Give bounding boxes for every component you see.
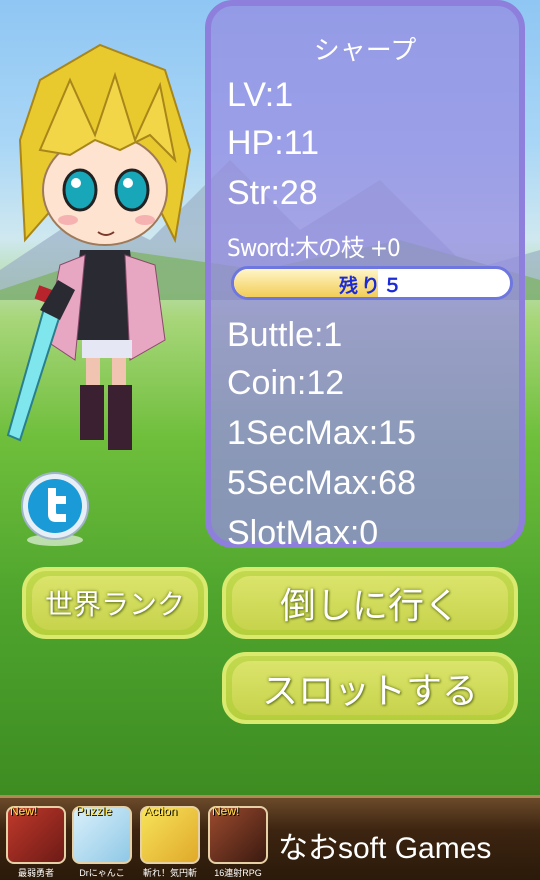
coin-stat: Coin:12 bbox=[227, 364, 345, 402]
five-sec-max-stat: 5SecMax:68 bbox=[227, 464, 416, 502]
ad-banner[interactable]: New! 最弱勇者 Puzzle Drにゃんこ Action 斬れ！気円斬 Ne… bbox=[0, 795, 540, 880]
character-name: シャープ bbox=[313, 36, 417, 66]
slot-button[interactable]: スロットする bbox=[222, 652, 518, 724]
level-stat: LV:1 bbox=[227, 76, 294, 114]
go-defeat-label: 倒しに行く bbox=[279, 586, 460, 627]
status-panel: シャープ LV:1 HP:11 Str:28 Sword:木の枝 +0 残り５ … bbox=[205, 0, 525, 552]
remaining-label: 残り５ bbox=[338, 275, 405, 297]
slot-max-stat: SlotMax:0 bbox=[227, 514, 379, 552]
remaining-bar: 残り５ bbox=[231, 266, 513, 300]
slot-label: スロットする bbox=[261, 671, 478, 712]
developer-brand[interactable]: なおsoft Games bbox=[278, 823, 491, 867]
world-rank-label: 世界ランク bbox=[44, 588, 185, 621]
hero-character bbox=[6, 43, 192, 450]
strength-stat: Str:28 bbox=[227, 174, 318, 212]
buttle-stat: Buttle:1 bbox=[227, 316, 343, 354]
ad-app-4[interactable]: New! 16連射RPG bbox=[208, 804, 268, 878]
ad-app-3[interactable]: Action 斬れ！気円斬 bbox=[140, 804, 200, 878]
go-defeat-button[interactable]: 倒しに行く bbox=[222, 567, 518, 639]
sword-stat: Sword:木の枝 +0 bbox=[227, 234, 401, 262]
one-sec-max-stat: 1SecMax:15 bbox=[227, 414, 416, 452]
ad-app-1[interactable]: New! 最弱勇者 bbox=[6, 804, 66, 878]
hp-stat: HP:11 bbox=[227, 124, 319, 162]
world-rank-button[interactable]: 世界ランク bbox=[22, 567, 208, 639]
ad-app-2[interactable]: Puzzle Drにゃんこ bbox=[72, 804, 132, 878]
twitter-button[interactable] bbox=[20, 470, 90, 548]
